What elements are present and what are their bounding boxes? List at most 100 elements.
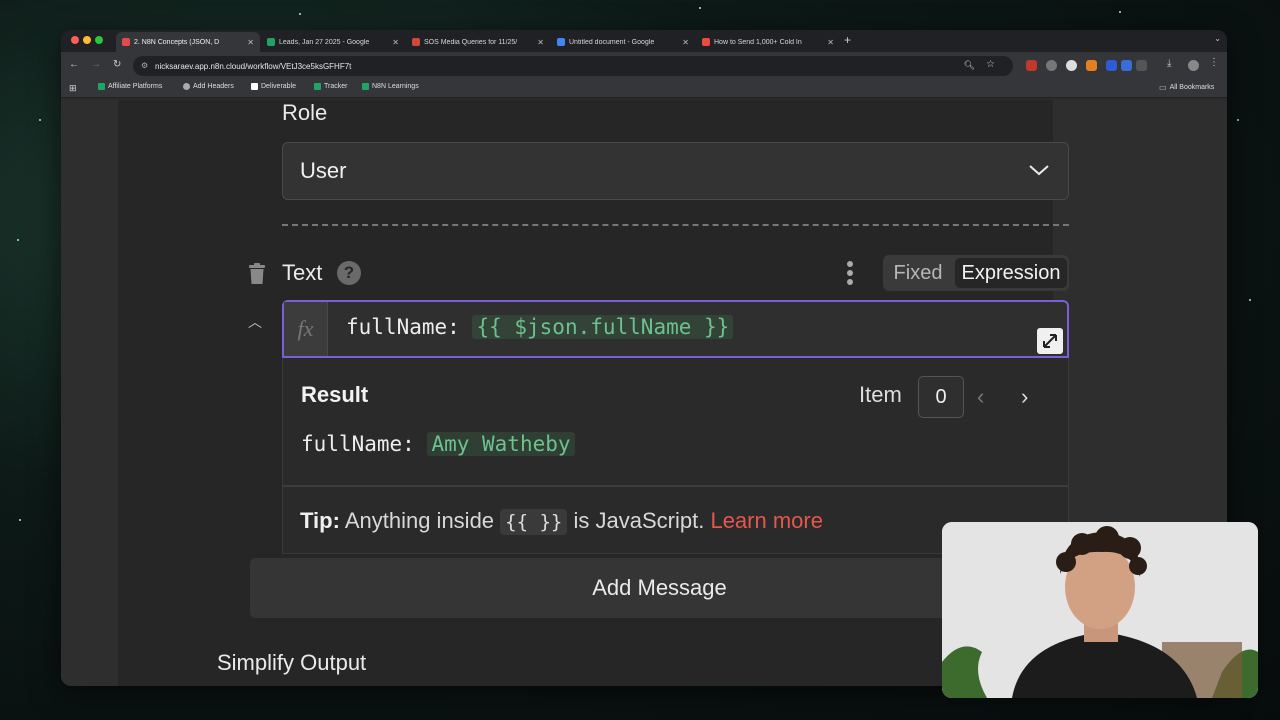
tab-close-icon[interactable]: ✕ [392,38,399,47]
extensions-puzzle-icon[interactable] [1136,60,1147,71]
maximize-window-button[interactable] [95,36,103,44]
forward-arrow-icon[interactable]: → [91,59,101,70]
item-label: Item [859,382,902,407]
all-bookmarks-label: All Bookmarks [1169,84,1215,91]
reload-icon[interactable]: ↻ [113,59,121,70]
role-select[interactable]: User [282,142,1069,200]
result-preview: Result Item 0 ‹ › fullName: Amy Watheby [282,358,1069,486]
next-item-chevron-right-icon[interactable]: › [1021,384,1028,410]
learn-more-link[interactable]: Learn more [710,508,823,533]
bookmark-label: Affiliate Platforms [108,83,163,90]
bookmark-star-icon[interactable]: ☆ [986,59,995,70]
tab-title: Leads, Jan 27 2025 - Google [279,38,370,46]
role-label: Role [282,100,328,125]
collapse-chevron-up-icon[interactable]: ︿ [248,312,262,332]
tab-cold-email[interactable]: How to Send 1,000+ Cold In ✕ [696,32,840,52]
result-value: Amy Watheby [427,432,575,456]
globe-icon [183,83,190,90]
extension-icon[interactable] [1106,60,1117,71]
section-divider [282,224,1069,226]
apps-grid-icon[interactable]: ⊞ [69,83,77,94]
chevron-down-icon [1029,165,1049,176]
fixed-mode-button[interactable]: Fixed [883,258,953,288]
tab-close-icon[interactable]: ✕ [537,38,544,47]
expression-code[interactable]: fullName: {{ $json.fullName }} [346,315,734,339]
fixed-expression-toggle: Fixed Expression [883,255,1069,291]
back-arrow-icon[interactable]: ← [69,59,79,70]
result-key: fullName: [301,432,428,456]
zoom-icon[interactable]: 🔍︎ [964,60,975,71]
tab-title: 2. N8N Concepts (JSON, D [134,38,220,46]
previous-item-chevron-left-icon[interactable]: ‹ [977,384,984,410]
folder-icon: ▭ [1159,83,1167,92]
download-icon[interactable]: ⤓ [1167,58,1178,69]
simplify-output-label: Simplify Output [217,650,367,675]
profile-avatar[interactable] [1188,60,1199,71]
bookmark-n8n-learnings[interactable]: N8N Learnings [362,83,419,90]
tab-favicon-icon [702,38,710,46]
options-kebab-icon[interactable] [846,260,854,286]
tab-close-icon[interactable]: ✕ [827,38,834,47]
fx-icon: fx [284,302,328,356]
bookmark-affiliate-platforms[interactable]: Affiliate Platforms [98,83,162,90]
tab-n8n-concepts[interactable]: 2. N8N Concepts (JSON, D ✕ [116,32,260,52]
bookmark-add-headers[interactable]: Add Headers [183,83,234,90]
tab-untitled-document[interactable]: Untitled document - Google ✕ [551,32,695,52]
expression-key: fullName: [346,315,473,339]
tab-favicon-icon [412,38,420,46]
close-window-button[interactable] [71,36,79,44]
bookmark-label: Add Headers [193,83,234,90]
item-index-input[interactable]: 0 [918,376,964,418]
tip-prefix: Tip: [300,508,340,533]
tip-text: Tip: Anything inside {{ }} is JavaScript… [300,508,823,535]
tab-favicon-icon [267,38,275,46]
tab-sos-media[interactable]: SOS Media Queries for 11/25/ ✕ [406,32,550,52]
expression-editor[interactable]: fx fullName: {{ $json.fullName }} [282,300,1069,358]
browser-toolbar: ← → ↻ ⚙ nicksaraev.app.n8n.cloud/workflo… [61,52,1227,80]
tab-title: Untitled document - Google [569,38,655,46]
bookmark-tracker[interactable]: Tracker [314,83,347,90]
bookmark-label: Deliverable [261,83,297,90]
url-text: nicksaraev.app.n8n.cloud/workflow/VEtJ3c… [155,61,352,71]
tab-favicon-icon [122,38,130,46]
tab-close-icon[interactable]: ✕ [247,38,254,47]
address-bar[interactable]: ⚙ nicksaraev.app.n8n.cloud/workflow/VEtJ… [133,56,1013,76]
new-tab-plus-icon[interactable]: + [844,33,851,47]
all-bookmarks[interactable]: ▭ All Bookmarks [1159,83,1214,92]
tip-code: {{ }} [500,509,568,535]
tab-close-icon[interactable]: ✕ [682,38,689,47]
help-icon[interactable]: ? [337,261,361,285]
trash-icon[interactable] [248,263,266,285]
extension-icon[interactable] [1086,60,1097,71]
sheets-icon [362,83,369,90]
bookmark-label: Tracker [324,83,348,90]
sheets-icon [314,83,321,90]
extension-icon[interactable] [1066,60,1077,71]
webcam-overlay [942,522,1258,698]
tab-bar: 2. N8N Concepts (JSON, D ✕ Leads, Jan 27… [61,30,1227,52]
result-output: fullName: Amy Watheby [301,432,575,456]
tab-title: How to Send 1,000+ Cold In [714,38,802,46]
browser-menu-icon[interactable]: ⋮ [1209,57,1220,68]
node-parameters-panel: Role User Text ? Fixed Expression ︿ fx f… [118,100,1069,686]
tab-favicon-icon [557,38,565,46]
tab-search-chevron-icon[interactable]: ⌄ [1214,34,1221,43]
notion-icon [251,83,258,90]
expression-mode-button[interactable]: Expression [955,258,1067,288]
extension-icon[interactable] [1121,60,1132,71]
role-select-value: User [300,158,347,183]
extension-icon[interactable] [1026,60,1037,71]
bookmarks-bar: ⊞ Affiliate Platforms Add Headers Delive… [61,80,1227,98]
tip-body: Anything inside [344,508,495,533]
expand-editor-icon[interactable] [1037,328,1063,354]
presenter-video [942,522,1258,698]
site-info-icon[interactable]: ⚙ [141,61,148,70]
minimize-window-button[interactable] [83,36,91,44]
extension-icon[interactable] [1046,60,1057,71]
tab-title: SOS Media Queries for 11/25/ [424,38,518,46]
text-label: Text [282,260,323,285]
bookmark-deliverable[interactable]: Deliverable [251,83,296,90]
tip-suffix: is JavaScript. [573,508,705,533]
expression-value: {{ $json.fullName }} [472,315,734,339]
tab-leads[interactable]: Leads, Jan 27 2025 - Google ✕ [261,32,405,52]
